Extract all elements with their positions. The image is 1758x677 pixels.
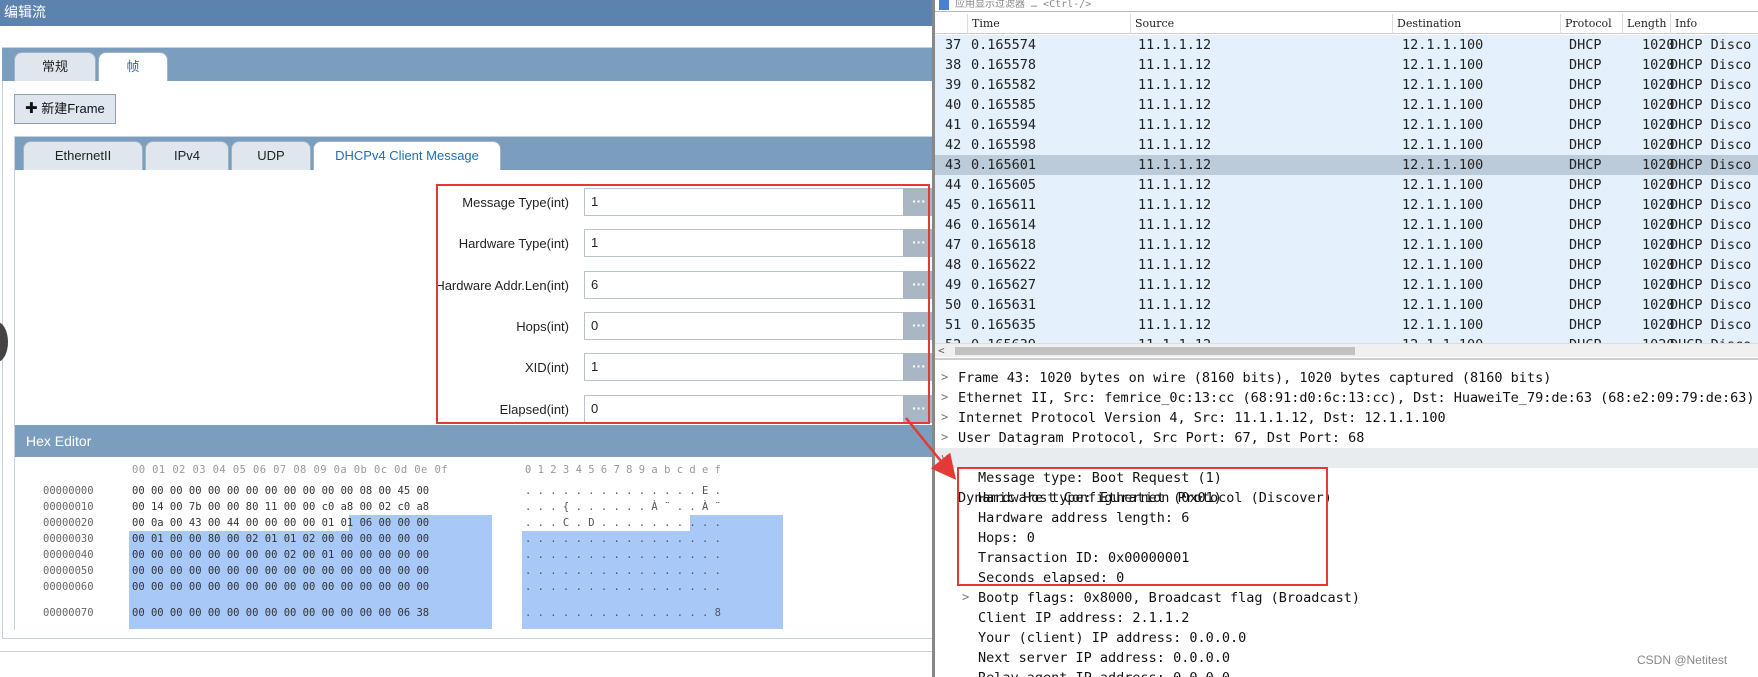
watermark: CSDN @Netitest — [1637, 653, 1728, 667]
annotation-arrow — [905, 417, 957, 480]
arrow-line — [905, 417, 957, 480]
